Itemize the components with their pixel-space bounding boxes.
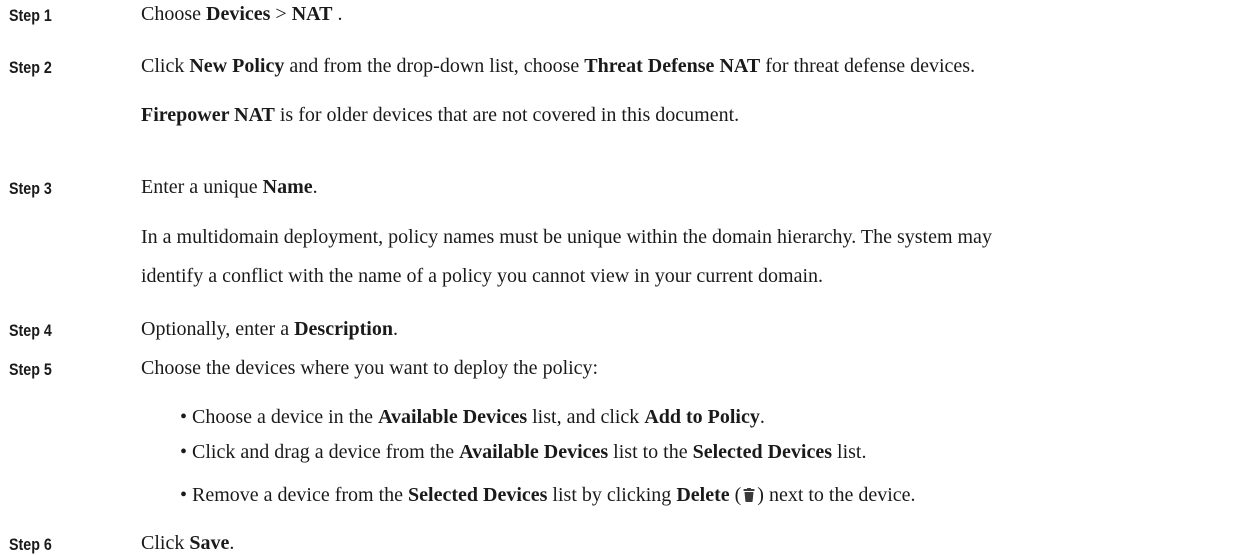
- step-1-label: Step 1: [9, 6, 52, 25]
- step-4-text: Optionally, enter a Description.: [141, 318, 398, 340]
- step-2-label: Step 2: [9, 58, 52, 77]
- step-6-label: Step 6: [9, 535, 52, 554]
- document-page: Step 1 Choose Devices > NAT . Step 2 Cli…: [0, 0, 1260, 554]
- step-5-bullet-3: • Remove a device from the Selected Devi…: [180, 484, 916, 506]
- step-5-text: Choose the devices where you want to dep…: [141, 357, 599, 379]
- step-5-bullet-1: • Choose a device in the Available Devic…: [180, 406, 765, 428]
- trash-icon: [743, 485, 755, 502]
- step-3-note-line-1: In a multidomain deployment, policy name…: [141, 226, 992, 248]
- step-5-bullet-2: • Click and drag a device from the Avail…: [180, 441, 867, 463]
- step-2-note: Firepower NAT is for older devices that …: [141, 104, 740, 126]
- step-3-text: Enter a unique Name.: [141, 176, 318, 198]
- step-1-text: Choose Devices > NAT .: [141, 3, 343, 25]
- step-5-label: Step 5: [9, 360, 52, 379]
- step-3-note-line-2: identify a conflict with the name of a p…: [141, 265, 824, 287]
- step-6-text: Click Save.: [141, 532, 235, 554]
- step-2-text: Click New Policy and from the drop-down …: [141, 55, 976, 77]
- step-3-label: Step 3: [9, 179, 52, 198]
- step-4-label: Step 4: [9, 321, 52, 340]
